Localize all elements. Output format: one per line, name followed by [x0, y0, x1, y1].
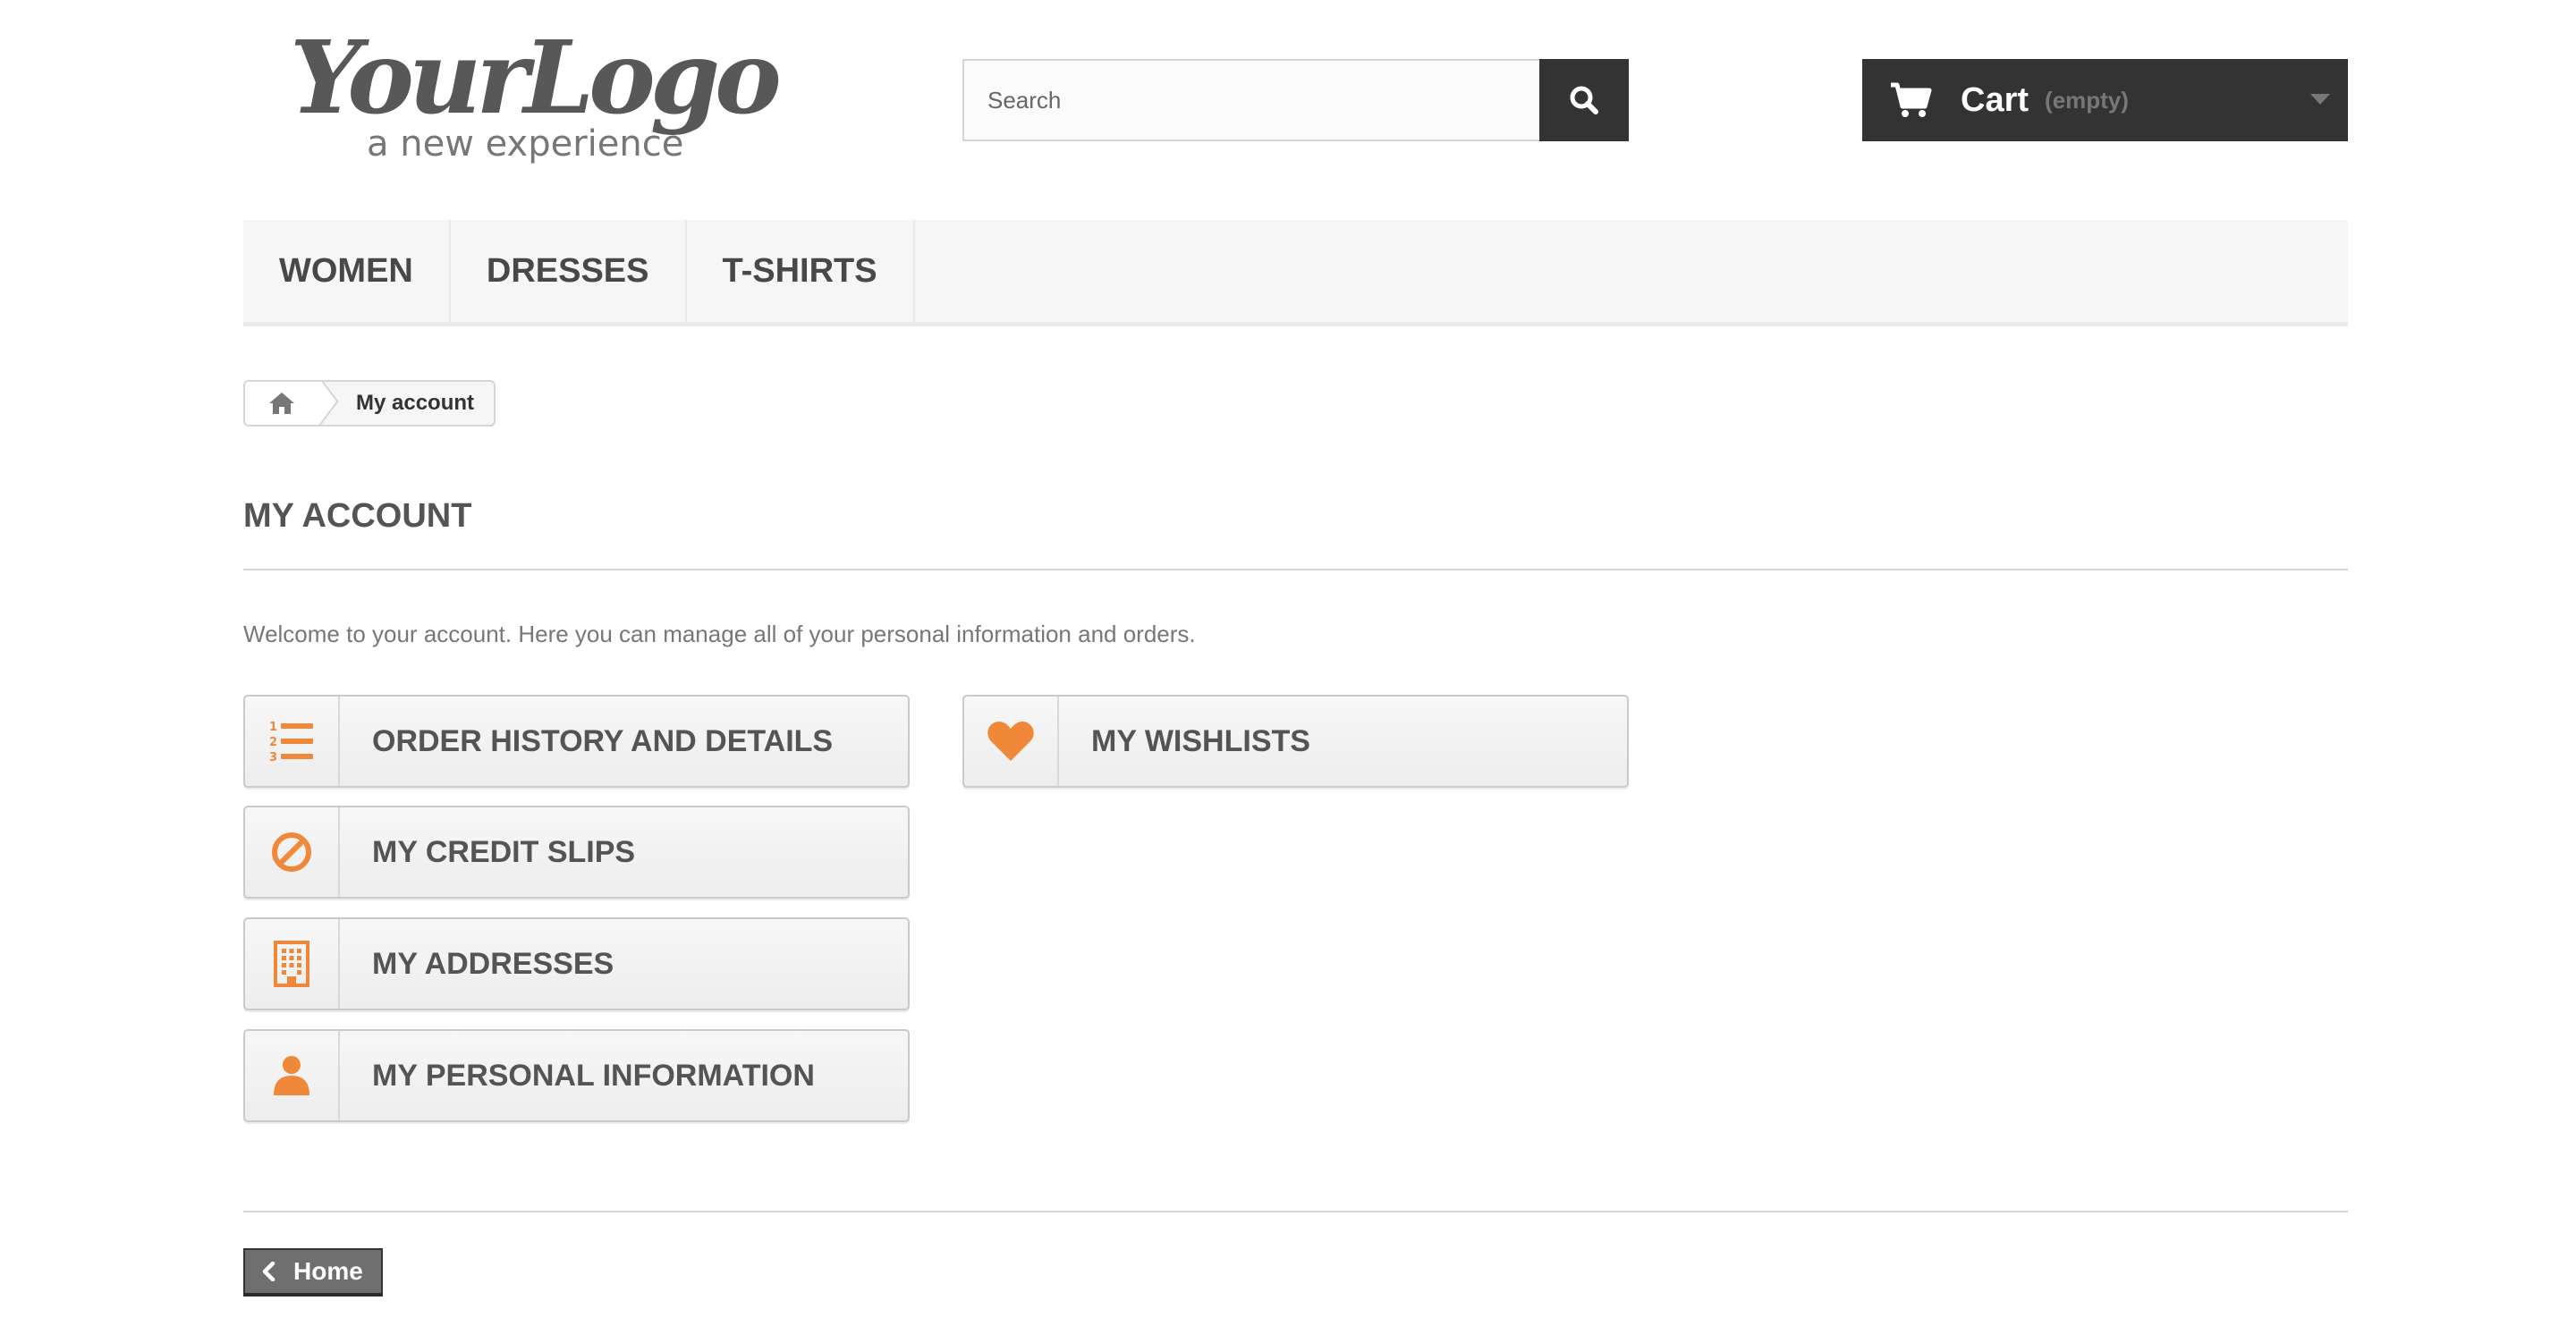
breadcrumb-home-link[interactable] [245, 382, 318, 425]
building-icon [245, 919, 340, 1009]
shopping-cart-icon [1891, 82, 1932, 117]
wishlists-label: MY WISHLISTS [1091, 723, 1310, 758]
search-button[interactable] [1539, 59, 1629, 141]
order-history-button[interactable]: 1 2 3 ORDER HISTORY AND DETAILS [243, 695, 910, 788]
search-input[interactable] [962, 59, 1539, 141]
heart-icon [964, 697, 1059, 786]
site-logo[interactable]: YourLogo a new experience [284, 13, 794, 165]
svg-text:a new experience: a new experience [367, 123, 683, 165]
cart-status: (empty) [2045, 86, 2129, 114]
page: YourLogo a new experience Cart (empty) W… [0, 0, 2576, 1343]
breadcrumb-current: My account [356, 391, 475, 415]
order-history-label: ORDER HISTORY AND DETAILS [372, 723, 834, 758]
personal-information-label: MY PERSONAL INFORMATION [372, 1058, 815, 1093]
menu-item-women[interactable]: WOMEN [243, 220, 451, 322]
credit-slips-label: MY CREDIT SLIPS [372, 834, 636, 869]
user-icon [245, 1031, 340, 1120]
cart-label: Cart [1961, 80, 2029, 119]
home-button[interactable]: Home [243, 1248, 383, 1297]
search-bar [962, 59, 1629, 141]
chevron-down-icon [2310, 94, 2330, 105]
home-icon [269, 393, 294, 414]
home-button-label: Home [293, 1257, 363, 1285]
divider [243, 1211, 2348, 1212]
breadcrumb: My account [243, 380, 496, 427]
svg-text:3: 3 [269, 751, 277, 764]
menu-item-dresses[interactable]: DRESSES [451, 220, 687, 322]
addresses-label: MY ADDRESSES [372, 946, 614, 981]
cart-dropdown[interactable]: Cart (empty) [1862, 59, 2348, 141]
addresses-button[interactable]: MY ADDRESSES [243, 917, 910, 1010]
ban-icon [245, 807, 340, 897]
page-title: MY ACCOUNT [243, 497, 472, 535]
credit-slips-button[interactable]: MY CREDIT SLIPS [243, 806, 910, 899]
logo-graphic: YourLogo a new experience [290, 20, 784, 165]
svg-text:YourLogo: YourLogo [290, 20, 779, 137]
main-menu: WOMEN DRESSES T-SHIRTS [243, 220, 2348, 326]
wishlists-button[interactable]: MY WISHLISTS [962, 695, 1629, 788]
divider [243, 569, 2348, 570]
chevron-left-icon [262, 1262, 275, 1281]
search-icon [1570, 86, 1598, 114]
menu-item-t-shirts[interactable]: T-SHIRTS [687, 220, 915, 322]
svg-text:1: 1 [269, 721, 277, 734]
personal-information-button[interactable]: MY PERSONAL INFORMATION [243, 1029, 910, 1122]
ordered-list-icon: 1 2 3 [245, 697, 340, 786]
svg-text:2: 2 [269, 736, 277, 749]
welcome-text: Welcome to your account. Here you can ma… [243, 621, 1196, 647]
